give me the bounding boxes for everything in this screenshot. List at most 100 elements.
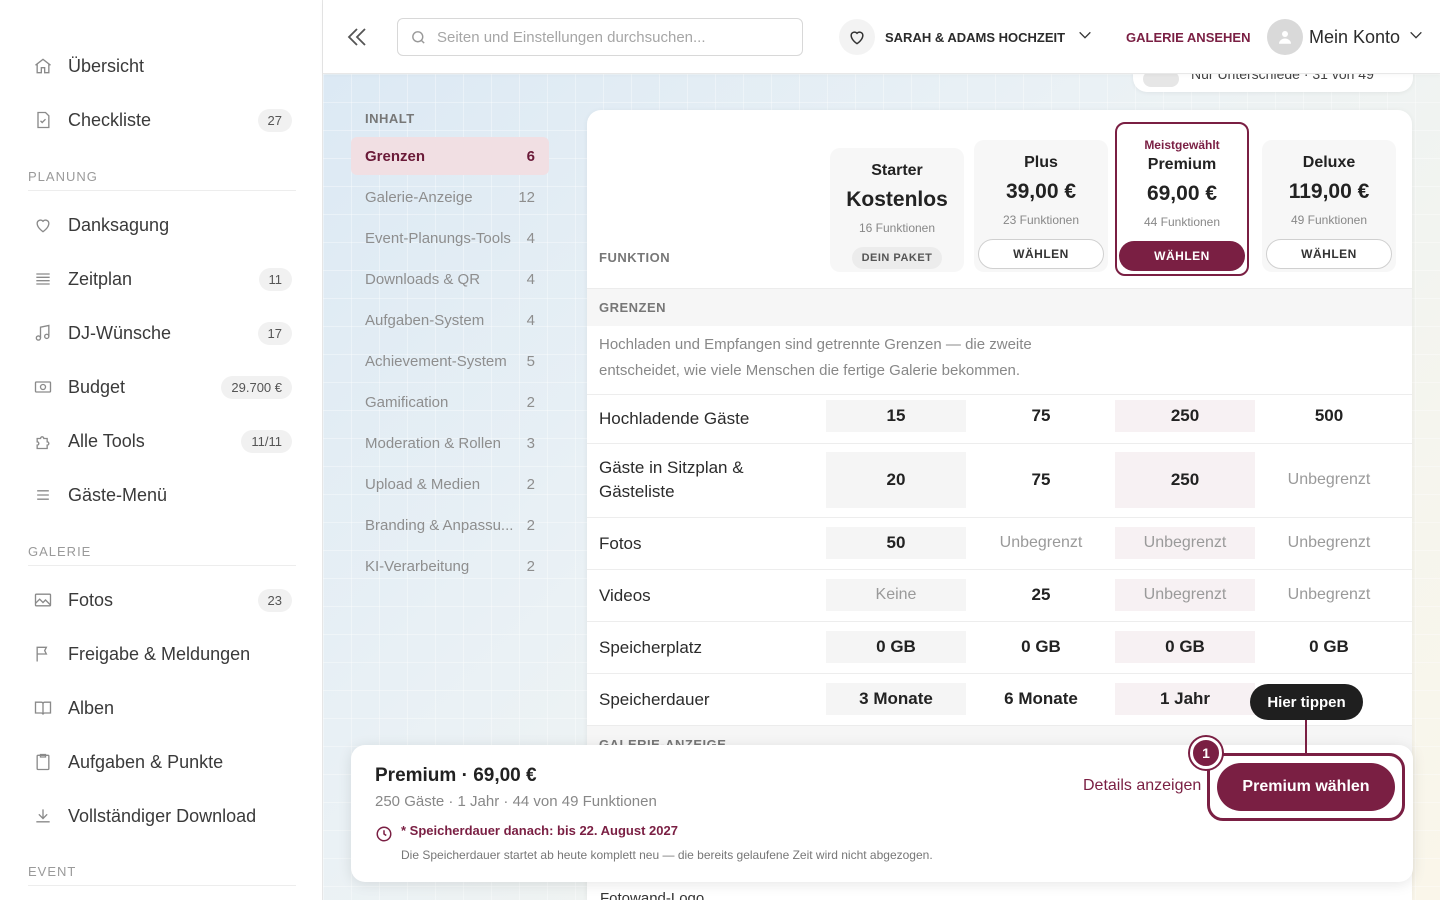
book-icon	[32, 697, 54, 719]
category-moderation[interactable]: Moderation & Rollen 3	[351, 424, 549, 462]
sidebar-item-budget[interactable]: Budget 29.700 €	[28, 367, 292, 407]
sidebar-item-download[interactable]: Vollständiger Download	[28, 796, 292, 836]
sidebar-item-dj-wuensche[interactable]: DJ-Wünsche 17	[28, 313, 292, 353]
menu-icon	[32, 484, 54, 506]
category-label: Branding & Anpassu...	[365, 516, 514, 534]
category-gamification[interactable]: Gamification 2	[351, 383, 549, 421]
cell-plus: 25	[1031, 585, 1051, 604]
count-badge: 11/11	[241, 429, 292, 453]
account-menu[interactable]: Mein Konto	[1267, 19, 1424, 55]
sidebar-item-label: DJ-Wünsche	[68, 322, 172, 343]
sidebar-item-aufgaben[interactable]: Aufgaben & Punkte	[28, 742, 292, 782]
cell-deluxe: 500	[1314, 406, 1344, 425]
plan-feature-count: 16 Funktionen	[858, 221, 936, 235]
section-heading-event: EVENT	[28, 864, 296, 886]
sidebar-item-alle-tools[interactable]: Alle Tools 11/11	[28, 421, 292, 461]
sidebar-item-checkliste[interactable]: Checkliste 27	[28, 100, 292, 140]
category-count: 3	[526, 434, 535, 452]
category-achievement[interactable]: Achievement-System 5	[351, 342, 549, 380]
money-icon	[32, 376, 54, 398]
plan-starter: Starter Kostenlos 16 Funktionen DEIN PAK…	[830, 148, 964, 272]
category-ki[interactable]: KI-Verarbeitung 2	[351, 547, 549, 585]
sidebar-item-fotos[interactable]: Fotos 23	[28, 580, 292, 620]
wedding-name: SARAH & ADAMS HOCHZEIT	[885, 29, 1066, 45]
plan-deluxe: Deluxe 119,00 € 49 Funktionen WÄHLEN	[1262, 140, 1396, 272]
selected-plan-title: Premium · 69,00 €	[375, 765, 537, 786]
account-name: Mein Konto	[1309, 26, 1401, 47]
plan-price: Kostenlos	[846, 188, 948, 211]
sidebar-item-label: Checkliste	[68, 109, 152, 130]
sidebar-item-danksagung[interactable]: Danksagung	[28, 205, 292, 245]
category-count: 4	[526, 229, 535, 247]
most-chosen-badge: Meistgewählt	[1144, 138, 1220, 152]
sidebar-item-label: Alle Tools	[68, 430, 145, 451]
category-nav-title: INHALT	[365, 111, 415, 126]
choose-premium-cta-button[interactable]: Premium wählen	[1217, 763, 1395, 811]
details-link[interactable]: Details anzeigen	[1083, 777, 1201, 795]
cell-plus: 6 Monate	[1004, 689, 1078, 708]
category-label: Upload & Medien	[365, 475, 481, 493]
category-aufgaben[interactable]: Aufgaben-System 4	[351, 301, 549, 339]
row-label: Hochladende Gäste	[599, 409, 750, 428]
choose-plus-button[interactable]: WÄHLEN	[978, 239, 1104, 269]
category-downloads[interactable]: Downloads & QR 4	[351, 260, 549, 298]
cell-starter: 20	[826, 452, 966, 508]
sidebar-item-label: Übersicht	[68, 55, 145, 76]
sidebar-item-gaeste-menue[interactable]: Gäste-Menü	[28, 475, 292, 515]
sidebar-item-label: Vollständiger Download	[68, 805, 257, 826]
cell-plus: Unbegrenzt	[999, 534, 1083, 551]
category-grenzen[interactable]: Grenzen 6	[351, 137, 549, 175]
view-gallery-link[interactable]: GALERIE ANSEHEN	[1126, 30, 1250, 45]
plan-name: Premium	[1147, 156, 1217, 173]
category-label: Moderation & Rollen	[365, 434, 501, 452]
chevron-down-icon	[1408, 27, 1424, 48]
plan-feature-count: 49 Funktionen	[1290, 213, 1368, 227]
sidebar-item-label: Budget	[68, 376, 126, 397]
search-input[interactable]	[437, 28, 777, 46]
cell-deluxe: 0 GB	[1309, 637, 1349, 656]
plan-feature-count: 23 Funktionen	[1002, 213, 1080, 227]
wedding-selector[interactable]: SARAH & ADAMS HOCHZEIT	[839, 18, 1093, 56]
collapse-sidebar-icon[interactable]	[345, 24, 369, 50]
sidebar-item-freigabe[interactable]: Freigabe & Meldungen	[28, 634, 292, 674]
plan-name: Plus	[1024, 154, 1058, 171]
category-count: 2	[526, 557, 535, 575]
sidebar-item-alben[interactable]: Alben	[28, 688, 292, 728]
sidebar-item-label: Fotos	[68, 589, 114, 610]
tour-tooltip: Hier tippen	[1250, 684, 1363, 720]
count-badge: 17	[257, 321, 292, 345]
count-badge: 23	[257, 588, 292, 612]
sidebar-item-uebersicht[interactable]: Übersicht	[28, 46, 292, 86]
sidebar: Übersicht Checkliste 27 PLANUNG Danksagu…	[0, 0, 323, 900]
cell-plus: 0 GB	[1021, 637, 1061, 656]
section-heading-planung: PLANUNG	[28, 169, 296, 191]
avatar	[1267, 19, 1303, 55]
sidebar-item-zeitplan[interactable]: Zeitplan 11	[28, 259, 292, 299]
plan-name: Deluxe	[1302, 154, 1356, 171]
category-count: 2	[526, 393, 535, 411]
group-description: Hochladen und Empfangen sind getrennte G…	[599, 336, 1032, 379]
sidebar-item-label: Zeitplan	[68, 268, 133, 289]
storage-note: * Speicherdauer danach: bis 22. August 2…	[401, 823, 678, 838]
category-upload[interactable]: Upload & Medien 2	[351, 465, 549, 503]
category-label: Aufgaben-System	[365, 311, 485, 329]
search-box[interactable]	[397, 18, 803, 56]
plan-price: 69,00 €	[1146, 182, 1218, 205]
count-badge: 29.700 €	[221, 375, 292, 399]
cell-deluxe: Unbegrenzt	[1287, 534, 1371, 551]
heart-icon	[32, 214, 54, 236]
image-icon	[32, 589, 54, 611]
choose-deluxe-button[interactable]: WÄHLEN	[1266, 239, 1392, 269]
category-label: Galerie-Anzeige	[365, 188, 473, 206]
timeline-icon	[32, 268, 54, 290]
category-galerie-anzeige[interactable]: Galerie-Anzeige 12	[351, 178, 549, 216]
count-badge: 11	[258, 267, 292, 291]
selected-plan-summary: 250 Gäste · 1 Jahr · 44 von 49 Funktione…	[375, 793, 657, 810]
category-branding[interactable]: Branding & Anpassu... 2	[351, 506, 549, 544]
choose-premium-button[interactable]: WÄHLEN	[1119, 241, 1245, 271]
row-label-peek: Fotowand-Logo	[600, 890, 705, 900]
sidebar-item-label: Aufgaben & Punkte	[68, 751, 224, 772]
top-bar: SARAH & ADAMS HOCHZEIT GALERIE ANSEHEN M…	[323, 0, 1440, 74]
music-icon	[32, 322, 54, 344]
category-event-planung[interactable]: Event-Planungs-Tools 4	[351, 219, 549, 257]
